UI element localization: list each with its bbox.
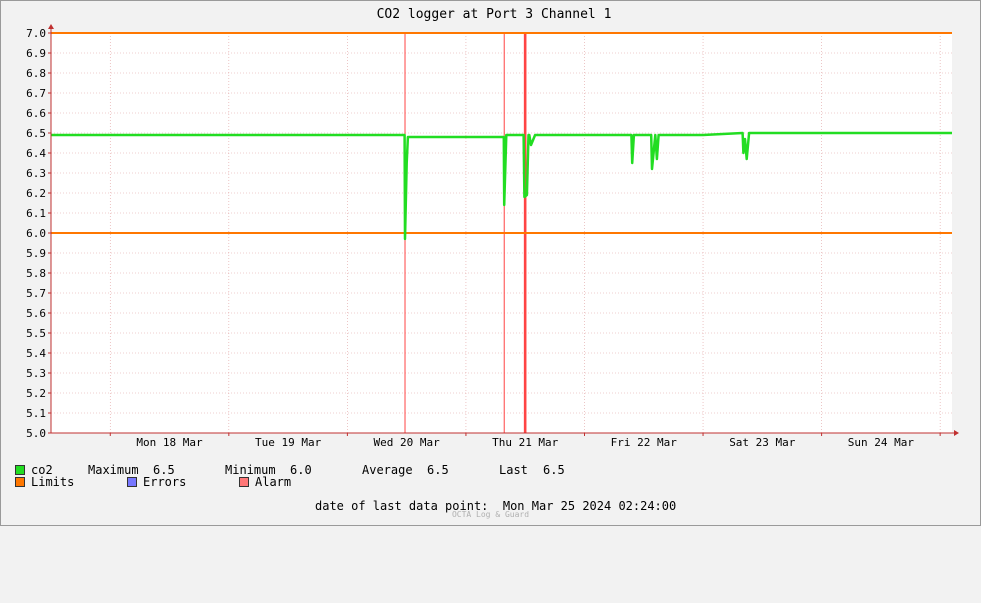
y-tick-label: 7.0 xyxy=(26,27,46,40)
x-tick-labels: Mon 18 Mar Tue 19 Mar Wed 20 Mar Thu 21 Mar… xyxy=(136,436,914,449)
x-tick-label: Mon 18 Mar xyxy=(136,436,203,449)
y-tick-label: 6.4 xyxy=(26,147,46,160)
y-tick-label: 6.9 xyxy=(26,47,46,60)
y-tick-label: 6.5 xyxy=(26,127,46,140)
legend-alarm-label: Alarm xyxy=(255,475,292,489)
co2-swatch xyxy=(15,465,25,475)
stat-avg-value: 6.5 xyxy=(427,463,449,477)
y-tick-label: 6.8 xyxy=(26,67,46,80)
x-tick-label: Tue 19 Mar xyxy=(255,436,322,449)
brand-watermark: OCTA Log & Guard xyxy=(451,510,530,519)
chart-title: CO2 logger at Port 3 Channel 1 xyxy=(377,7,612,22)
y-tick-label: 5.9 xyxy=(26,247,46,260)
legend-limits-label: Limits xyxy=(31,475,75,489)
y-tick-label: 5.8 xyxy=(26,267,46,280)
x-tick-label: Sat 23 Mar xyxy=(729,436,796,449)
y-tick-label: 5.3 xyxy=(26,367,46,380)
legend-row-status: Limits Errors Alarm xyxy=(15,475,291,489)
y-tick-label: 5.2 xyxy=(26,387,46,400)
y-axis-arrow xyxy=(48,24,54,29)
stat-last-value: 6.5 xyxy=(543,463,565,477)
y-tick-label: 5.7 xyxy=(26,287,46,300)
co2-chart: CO2 logger at Port 3 Channel 1 5.0 5.1 5.2… xyxy=(26,7,959,449)
errors-swatch xyxy=(127,477,137,487)
y-tick-label: 5.4 xyxy=(26,347,46,360)
x-tick-label: Sun 24 Mar xyxy=(848,436,915,449)
x-tick-label: Fri 22 Mar xyxy=(611,436,678,449)
y-tick-label: 5.5 xyxy=(26,327,46,340)
y-tick-label: 6.6 xyxy=(26,107,46,120)
x-tick-label: Thu 21 Mar xyxy=(492,436,559,449)
stat-avg-label: Average xyxy=(362,463,413,477)
legend-errors-label: Errors xyxy=(143,475,187,489)
alarm-swatch xyxy=(239,477,249,487)
y-tick-label: 6.3 xyxy=(26,167,46,180)
y-tick-label: 6.7 xyxy=(26,87,46,100)
y-tick-label: 6.1 xyxy=(26,207,46,220)
limits-swatch xyxy=(15,477,25,487)
stat-last-label: Last xyxy=(499,463,528,477)
x-axis-arrow xyxy=(954,430,959,436)
y-tick-label: 6.0 xyxy=(26,227,46,240)
stat-min-value: 6.0 xyxy=(290,463,312,477)
x-tick-label: Wed 20 Mar xyxy=(374,436,441,449)
y-tick-label: 5.1 xyxy=(26,407,46,420)
y-tick-labels: 5.0 5.1 5.2 5.3 5.4 5.5 5.6 5.7 5.8 5.9 6.0 6.1 6.2 6… xyxy=(26,27,46,440)
y-tick-label: 5.0 xyxy=(26,427,46,440)
y-tick-label: 5.6 xyxy=(26,307,46,320)
y-tick-label: 6.2 xyxy=(26,187,46,200)
